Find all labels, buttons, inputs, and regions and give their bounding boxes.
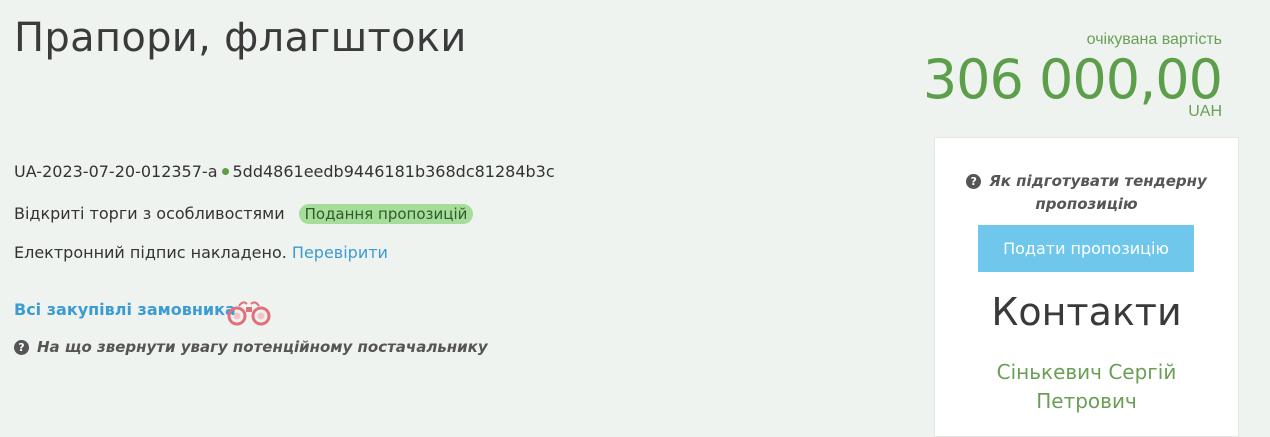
sidebar-panel: ? Як підготувати тендерну пропозицію Пода…: [934, 137, 1239, 437]
verify-signature-link[interactable]: Перевірити: [292, 243, 388, 262]
contact-name-line1: Сінькевич Сергій: [996, 360, 1177, 384]
separator-dot-icon: [221, 168, 229, 175]
procedure-type-line: Відкриті торги з особливостями Подання пр…: [14, 204, 474, 224]
tender-id: UA-2023-07-20-012357-a: [14, 162, 218, 181]
proposal-help-text: Як підготувати тендерну пропозицію: [989, 172, 1207, 213]
tender-id-line: UA-2023-07-20-012357-a 5dd4861eedb9446181…: [14, 162, 555, 181]
contacts-title: Контакти: [991, 290, 1182, 334]
binoculars-icon[interactable]: [225, 298, 273, 326]
contact-name: Сінькевич Сергій Петрович: [935, 358, 1238, 416]
signature-line: Електронний підпис накладено. Перевірити: [14, 243, 388, 262]
all-procurements-link[interactable]: Всі закупівлі замовника: [14, 300, 236, 319]
expected-price-label: очікувана вартість: [1086, 31, 1222, 48]
question-icon: ?: [14, 340, 29, 355]
procedure-type: Відкриті торги з особливостями: [14, 204, 285, 223]
expected-price-value: 306 000,00: [922, 48, 1223, 111]
status-badge: Подання пропозицій: [298, 204, 474, 224]
supplier-help-text: На що звернути увагу потенційному постач…: [37, 338, 488, 356]
page-title: Прапори, флагштоки: [14, 15, 467, 61]
contact-name-line2: Петрович: [1036, 389, 1137, 413]
question-icon: ?: [966, 174, 982, 189]
submit-proposal-button[interactable]: Подати пропозицію: [978, 225, 1194, 272]
expected-price-block: очікувана вартість 306 000,00 UAH: [922, 30, 1223, 120]
supplier-help-link[interactable]: ? На що звернути увагу потенційному поста…: [14, 338, 488, 356]
signature-text: Електронний підпис накладено.: [14, 243, 287, 262]
proposal-help-link[interactable]: ? Як підготувати тендерну пропозицію: [955, 170, 1218, 216]
tender-hash: 5dd4861eedb9446181b368dc81284b3c: [232, 162, 555, 181]
